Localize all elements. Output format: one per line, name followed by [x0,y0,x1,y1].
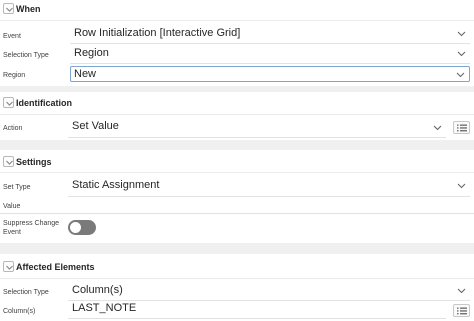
suppress-label-line2: Event [3,229,21,236]
divider [0,20,474,21]
section-gap [0,140,474,150]
set-type-label: Set Type [3,184,31,191]
event-select[interactable]: Row Initialization [Interactive Grid] [70,25,470,43]
affected-selection-type-select[interactable]: Column(s) [68,282,470,300]
chevron-down-icon [457,31,466,37]
suppress-label-line1: Suppress Change [3,220,60,227]
section-header-when[interactable]: When [0,0,474,20]
set-type-select[interactable]: Static Assignment [68,177,470,195]
section-title: Identification [16,98,72,108]
affected-selection-type-value: Column(s) [72,284,123,296]
chevron-down-icon [457,288,466,294]
selection-type-select[interactable]: Region [70,45,470,63]
chevron-down-icon[interactable] [3,156,14,167]
chevron-down-icon[interactable] [3,261,14,272]
action-label: Action [3,125,23,132]
region-label: Region [3,72,26,79]
value-label: Value [3,203,21,210]
selection-type-value: Region [74,47,109,59]
divider [0,172,474,173]
chevron-down-icon[interactable] [3,3,14,14]
chevron-down-icon [457,51,466,57]
action-value: Set Value [72,120,119,132]
section-title: When [16,4,41,14]
list-icon[interactable] [453,121,470,134]
section-header-settings[interactable]: Settings [0,151,474,171]
affected-selection-type-label: Selection Type [3,289,49,296]
field-underline [70,43,470,44]
event-value: Row Initialization [Interactive Grid] [74,27,241,39]
region-value: New [74,68,97,80]
chevron-down-icon[interactable] [3,97,14,108]
toggle-knob [70,222,81,233]
chevron-down-icon [456,72,465,78]
list-icon[interactable] [453,304,470,317]
chevron-down-icon [457,183,466,189]
section-header-affected-elements[interactable]: Affected Elements [0,256,474,276]
section-header-identification[interactable]: Identification [0,92,474,112]
divider [0,114,474,115]
chevron-down-icon [433,125,442,131]
section-gap [0,243,474,254]
field-underline [70,63,470,64]
action-select[interactable]: Set Value [68,118,446,136]
suppress-change-label: Suppress Change Event [3,219,59,237]
section-title: Affected Elements [16,262,95,272]
columns-input[interactable]: LAST_NOTE [68,301,446,319]
field-underline [0,213,474,214]
region-select[interactable]: New [70,66,470,82]
selection-type-label: Selection Type [3,52,49,59]
suppress-change-toggle[interactable] [68,220,96,235]
divider [0,278,474,279]
event-label: Event [3,33,21,40]
field-underline [68,318,446,319]
set-type-value: Static Assignment [72,179,160,191]
columns-label: Column(s) [3,308,36,315]
field-underline [68,137,446,138]
section-title: Settings [16,157,52,167]
columns-value: LAST_NOTE [72,302,137,314]
